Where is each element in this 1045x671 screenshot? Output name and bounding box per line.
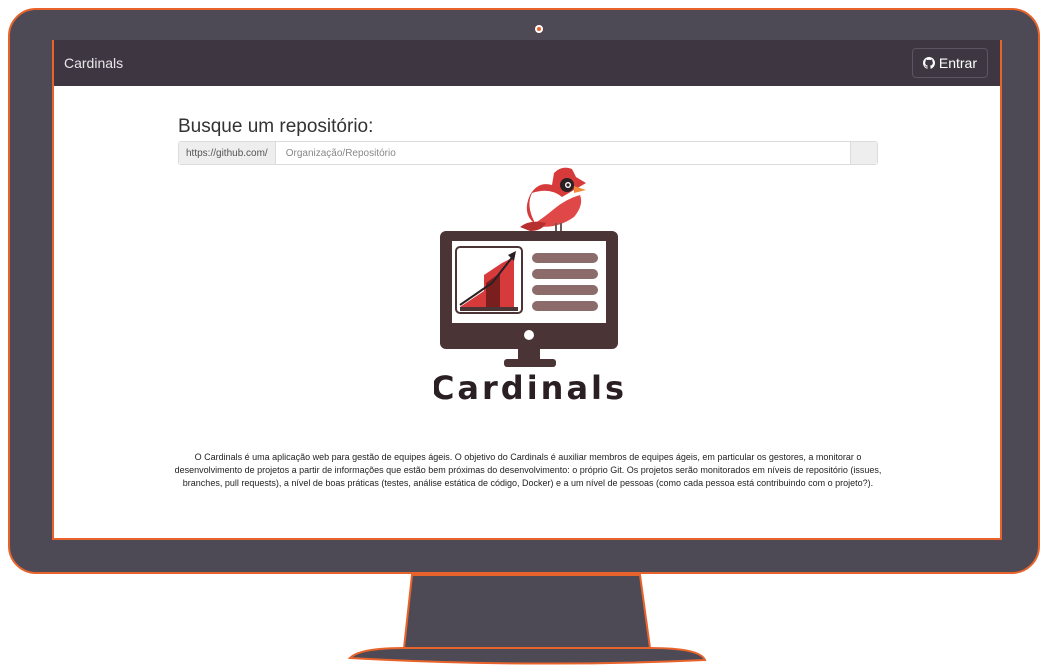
navbar: Cardinals Entrar <box>54 40 1000 86</box>
search-addon-button[interactable] <box>850 142 877 164</box>
screen: Cardinals Entrar Busque um repositório: … <box>52 40 1002 540</box>
url-prefix: https://github.com/ <box>179 142 276 164</box>
github-icon <box>922 57 935 69</box>
login-button[interactable]: Entrar <box>911 48 988 78</box>
project-description: O Cardinals é uma aplicação web para ges… <box>174 452 882 488</box>
search-title: Busque um repositório: <box>178 116 374 137</box>
brand-link[interactable]: Cardinals <box>64 55 123 71</box>
cardinal-bird-icon <box>520 167 586 231</box>
repo-search-group: https://github.com/ <box>178 141 878 165</box>
login-label: Entrar <box>938 55 977 71</box>
logo-wordmark: Cardinals <box>434 369 624 405</box>
repo-search-input[interactable] <box>275 142 850 164</box>
cardinals-logo: Cardinals <box>434 167 624 405</box>
